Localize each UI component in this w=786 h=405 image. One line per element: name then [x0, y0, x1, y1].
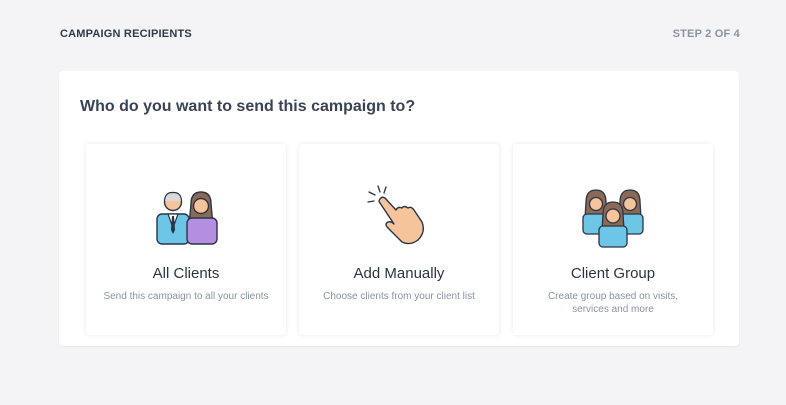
- hand-pointer-icon: [367, 185, 425, 245]
- group-icon: [582, 189, 644, 248]
- step-indicator: STEP 2 OF 4: [672, 28, 740, 40]
- add-manually-option[interactable]: Add Manually Choose clients from your cl…: [299, 144, 499, 335]
- all-clients-description: Send this campaign to all your clients: [103, 291, 269, 302]
- page-header: CAMPAIGN RECIPIENTS STEP 2 OF 4: [60, 28, 740, 40]
- recipients-question: Who do you want to send this campaign to…: [80, 98, 416, 115]
- client-group-description: Create group based on visits, services a…: [547, 291, 679, 315]
- page-title: CAMPAIGN RECIPIENTS: [60, 28, 192, 40]
- all-clients-option[interactable]: All Clients Send this campaign to all yo…: [86, 144, 286, 335]
- client-group-option[interactable]: Client Group Create group based on visit…: [513, 144, 713, 335]
- all-clients-label: All Clients: [152, 265, 220, 282]
- client-group-label: Client Group: [570, 265, 656, 282]
- add-manually-label: Add Manually: [353, 265, 445, 282]
- add-manually-description: Choose clients from your client list: [323, 291, 475, 302]
- recipients-panel: Who do you want to send this campaign to…: [59, 71, 739, 346]
- people-icon: [156, 191, 218, 245]
